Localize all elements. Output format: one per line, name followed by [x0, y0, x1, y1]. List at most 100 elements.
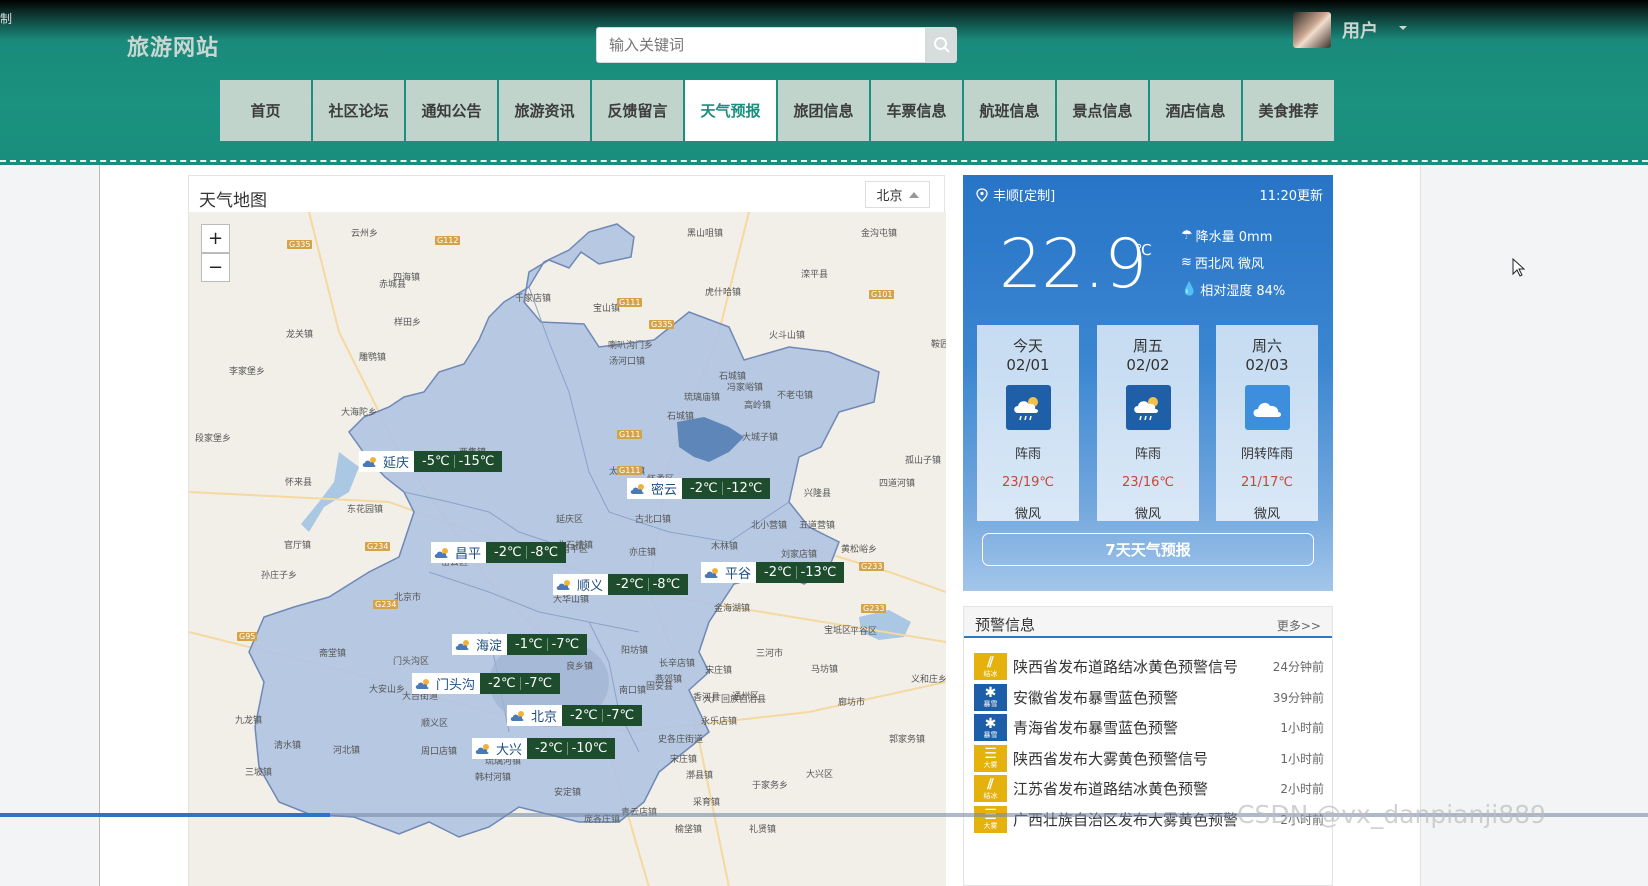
map-temperature-range: -2℃ -13℃ [756, 562, 845, 583]
warning-item[interactable]: ✱ 暴雪 安徽省发布暴雪蓝色预警 39分钟前 [974, 683, 1324, 711]
map-weather-label[interactable]: 北京 -2℃ -7℃ [507, 705, 643, 726]
nav-item-9[interactable]: 景点信息 [1057, 80, 1148, 141]
map-place-label: 黄松峪乡 [841, 545, 878, 555]
map-place-label: 固安县 [646, 682, 674, 692]
nav-item-8[interactable]: 航班信息 [964, 80, 1055, 141]
map-weather-label[interactable]: 平谷 -2℃ -13℃ [701, 562, 845, 583]
user-avatar[interactable] [1293, 12, 1331, 48]
weather-location[interactable]: 丰顺[定制] [976, 185, 1055, 204]
main-nav: 首页 社区论坛 通知公告 旅游资讯 反馈留言 天气预报 旅团信息 车票信息 航班信息 景点信息 酒店… [220, 80, 1336, 141]
map-weather-label[interactable]: 延庆 -5℃ -15℃ [359, 451, 503, 472]
map-low-temp: -12℃ [726, 481, 763, 496]
rain-cloud-icon [1005, 385, 1051, 430]
map-weather-label[interactable]: 顺义 -2℃ -8℃ [553, 574, 689, 595]
warning-time: 1小时前 [1280, 751, 1324, 766]
map-low-temp: -15℃ [458, 454, 495, 469]
warning-badge-icon: ⫽ 结冰 [974, 775, 1007, 802]
nav-item-4[interactable]: 反馈留言 [592, 80, 683, 141]
map-high-temp: -2℃ [616, 577, 644, 592]
nav-item-6[interactable]: 旅团信息 [778, 80, 869, 141]
zoom-in-button[interactable]: + [201, 224, 230, 253]
forecast-condition: 阵雨 [1134, 447, 1161, 462]
warning-badge-icon: ☰大雾 [974, 805, 1007, 833]
map-place-label: 虎什哈镇 [705, 288, 742, 298]
map-place-label: 于家务乡 [752, 781, 789, 791]
nav-item-3[interactable]: 旅游资讯 [499, 80, 590, 141]
map-place-label: 斋堂镇 [319, 649, 347, 659]
forecast-day-card[interactable]: 今天 02/01 阵雨 23/19℃ 微风 [977, 325, 1079, 522]
user-name[interactable]: 用户 [1342, 17, 1378, 43]
partly-cloudy-icon [415, 678, 429, 689]
warning-item[interactable]: ✱ 暴雪 青海省发布暴雪蓝色预警 1小时前 [974, 714, 1324, 741]
map-city-name: 平谷 [725, 567, 752, 582]
forecast-day-date: 02/03 [1245, 356, 1289, 374]
site-logo[interactable]: 旅游网站 [127, 30, 219, 62]
map-weather-label[interactable]: 密云 -2℃ -12℃ [627, 478, 771, 499]
nav-item-10[interactable]: 酒店信息 [1150, 80, 1241, 141]
humidity-row: 💧 相对湿度 84% [1181, 280, 1285, 299]
map-place-label: 安定镇 [554, 788, 582, 798]
map-weather-label[interactable]: 门头沟 -2℃ -7℃ [412, 673, 561, 694]
map-place-label: 亦庄镇 [629, 548, 657, 558]
map-place-label: 宝山镇 [593, 304, 621, 314]
map-place-label: 四海镇 [393, 273, 421, 283]
chevron-down-icon[interactable] [1399, 26, 1407, 30]
map-place-label: 韩村河镇 [475, 773, 512, 783]
map-place-label: 史各庄街道 [658, 735, 704, 745]
map-city-name: 顺义 [577, 579, 604, 594]
forecast-day-card[interactable]: 周六 02/03 阴转阵雨 21/17℃ 微风 [1216, 325, 1318, 522]
road-number-badge: G101 [869, 290, 895, 299]
nav-item-0[interactable]: 首页 [220, 80, 311, 141]
location-pin-icon [976, 187, 988, 202]
nav-item-7[interactable]: 车票信息 [871, 80, 962, 141]
map-place-label: 鞍匠 [931, 340, 946, 350]
map-low-temp: -13℃ [800, 565, 837, 580]
map-weather-label[interactable]: 海淀 -1℃ -7℃ [452, 634, 588, 655]
map-low-temp: -7℃ [524, 676, 553, 691]
map-place-label: 千家店镇 [515, 294, 552, 304]
city-select[interactable]: 北京 [865, 181, 930, 208]
map-place-label: 五道营镇 [799, 521, 836, 531]
map-weather-city: 昌平 [431, 542, 487, 563]
map-place-label: 琉璃庙镇 [684, 393, 721, 403]
map-place-label: 滦平县 [801, 270, 829, 280]
map-weather-label[interactable]: 昌平 -2℃ -8℃ [431, 542, 567, 563]
nav-item-2[interactable]: 通知公告 [406, 80, 497, 141]
temp-separator [795, 566, 797, 579]
map-city-name: 北京 [531, 710, 558, 725]
search-button[interactable] [926, 27, 957, 63]
temp-separator [546, 638, 548, 651]
warning-item[interactable]: ⫽ 结冰 陕西省发布道路结冰黄色预警信号 24分钟前 [974, 653, 1324, 680]
warning-time: 1小时前 [1280, 721, 1324, 735]
warning-badge-tag: 结冰 [983, 791, 998, 800]
road-number-badge: G111 [617, 466, 643, 475]
video-progress-fill[interactable] [0, 813, 330, 817]
search-box[interactable] [596, 27, 926, 63]
map-low-temp: -7℃ [551, 637, 580, 652]
warnings-more-link[interactable]: 更多>> [1277, 617, 1321, 634]
zoom-out-button[interactable]: − [201, 253, 230, 282]
map-place-label: 通州区 [732, 692, 760, 702]
map-temperature-range: -2℃ -7℃ [562, 705, 643, 726]
warning-item[interactable]: ⫽ 结冰 江苏省发布道路结冰黄色预警 2小时前 [974, 775, 1324, 802]
nav-item-1[interactable]: 社区论坛 [313, 80, 404, 141]
nav-item-5[interactable]: 天气预报 [685, 80, 776, 141]
map-city-name: 大兴 [496, 743, 523, 758]
map-weather-label[interactable]: 大兴 -2℃ -10℃ [472, 738, 616, 759]
nav-item-11[interactable]: 美食推荐 [1243, 80, 1334, 141]
warning-item[interactable]: ☰ 大雾 陕西省发布大雾黄色预警信号 1小时前 [974, 744, 1324, 772]
map-place-label: 官厅镇 [284, 541, 312, 551]
seven-day-forecast-button[interactable]: 7天天气预报 [982, 533, 1314, 566]
partly-cloudy-icon [434, 547, 448, 558]
search-input[interactable] [597, 28, 925, 62]
forecast-day-card[interactable]: 周五 02/02 阵雨 23/16℃ 微风 [1097, 325, 1199, 522]
road-number-badge: G95 [237, 632, 258, 641]
map-place-label: 九龙镇 [235, 716, 263, 726]
map-place-label: 宝坻区 [824, 626, 852, 636]
warning-text: 陕西省发布大雾黄色预警信号 [1013, 749, 1209, 768]
warnings-title: 预警信息 [975, 616, 1036, 634]
map-city-name: 延庆 [383, 456, 410, 471]
map-place-label: 宋庄镇 [705, 666, 733, 676]
partly-cloudy-icon [455, 639, 469, 650]
map-canvas[interactable]: + − 云州乡 赤城县 样田乡 龙关镇 雕鹗镇 李家堡乡 大海陀乡 段家堡乡 怀来县 东花园镇 官厅… [189, 212, 946, 886]
